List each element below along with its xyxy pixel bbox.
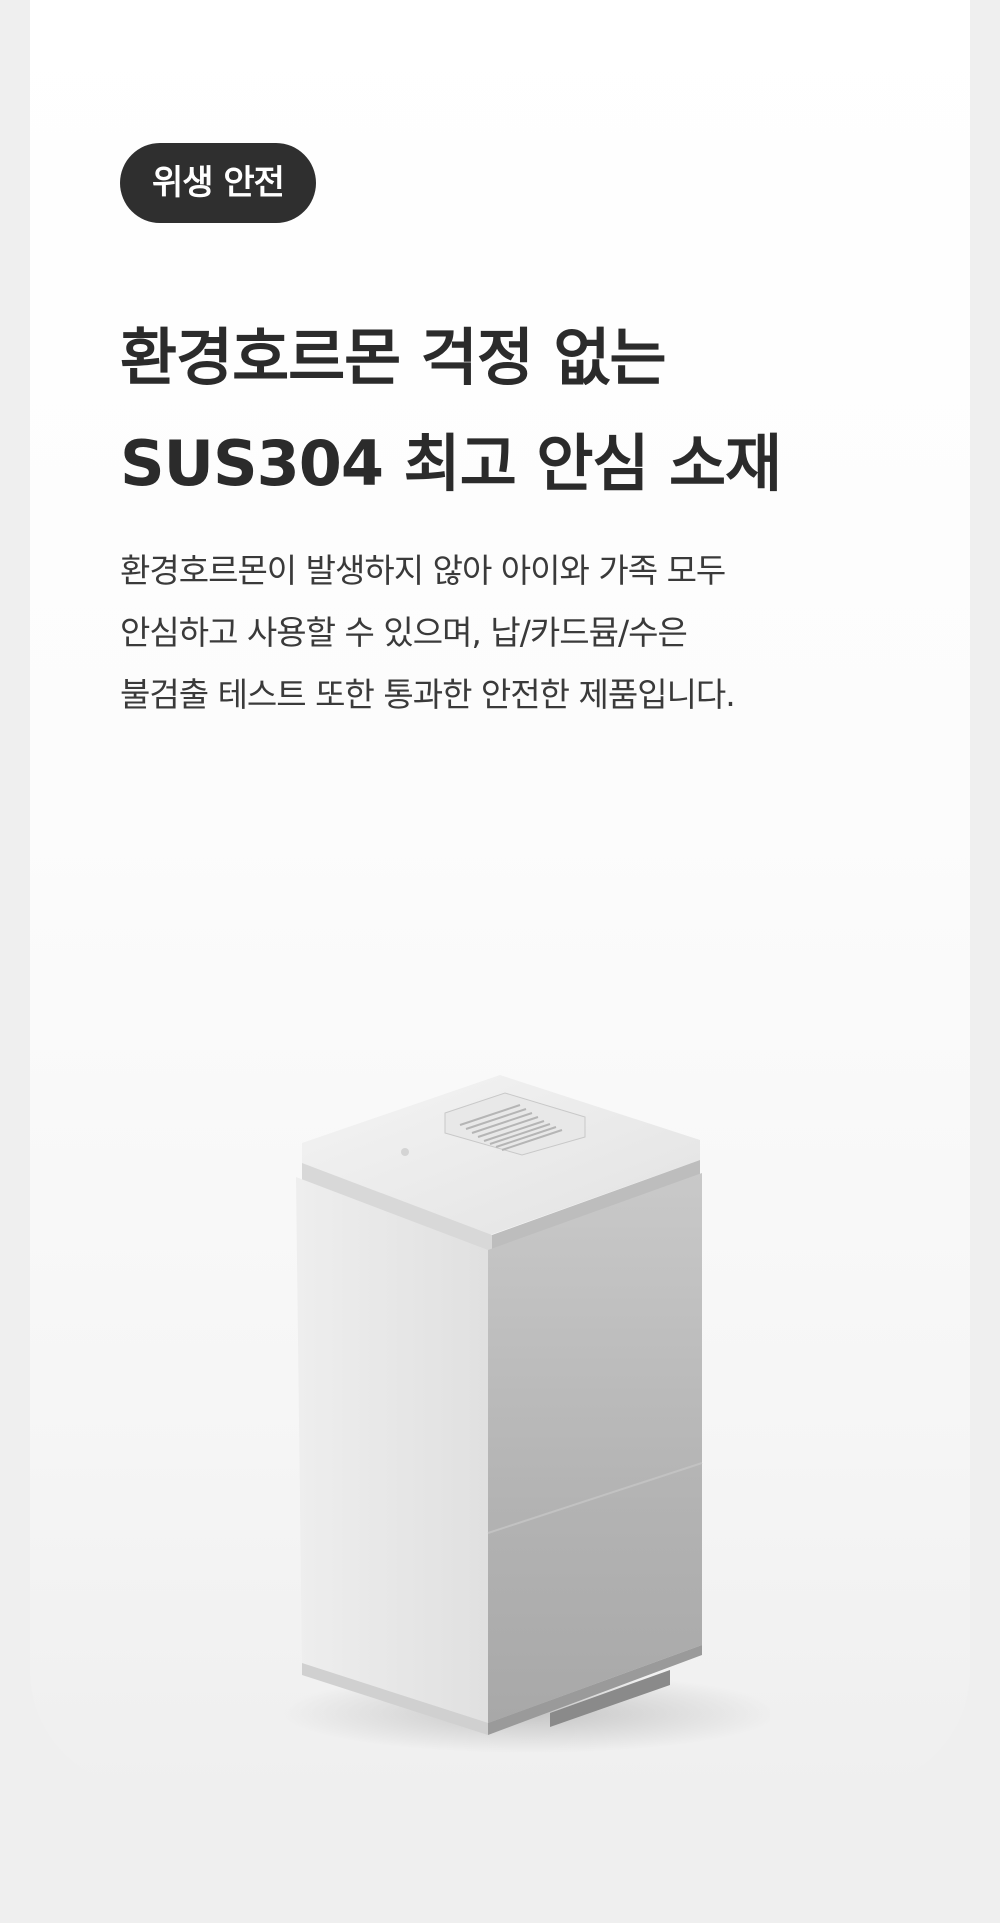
description-line-3: 불검출 테스트 또한 통과한 안전한 제품입니다.	[120, 675, 736, 714]
description-line-1: 환경호르몬이 발생하지 않아 아이와 가족 모두	[120, 551, 726, 590]
product-image	[280, 1075, 770, 1753]
category-badge: 위생 안전	[120, 143, 316, 223]
product-side	[488, 1173, 702, 1723]
headline-line-1: 환경호르몬 걱정 없는	[120, 321, 667, 394]
page: 위생 안전 환경호르몬 걱정 없는 SUS304 최고 안심 소재 환경호르몬이…	[0, 0, 1000, 1923]
product-front	[296, 1177, 488, 1723]
headline: 환경호르몬 걱정 없는 SUS304 최고 안심 소재	[120, 305, 940, 517]
headline-line-2: SUS304 최고 안심 소재	[120, 427, 782, 500]
description: 환경호르몬이 발생하지 않아 아이와 가족 모두 안심하고 사용할 수 있으며,…	[120, 540, 960, 726]
description-line-2: 안심하고 사용할 수 있으며, 납/카드뮴/수은	[120, 613, 688, 652]
indicator-light-icon	[401, 1148, 409, 1156]
